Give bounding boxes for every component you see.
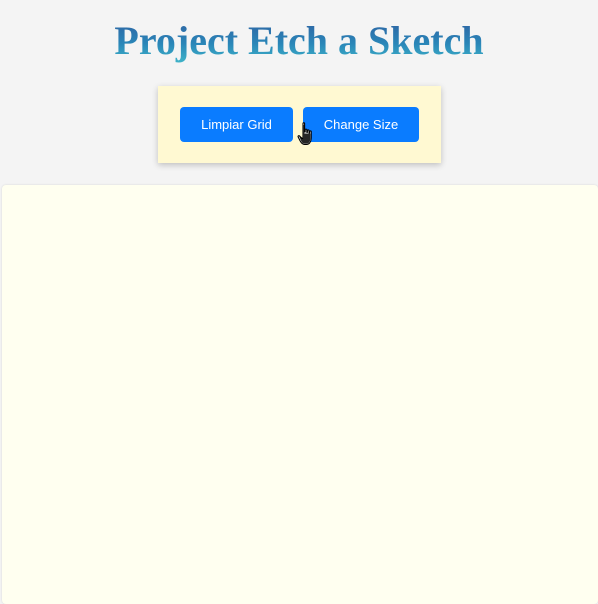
- page-title: Project Etch a Sketch: [0, 18, 598, 64]
- sketch-grid[interactable]: [2, 185, 598, 604]
- app-page: Project Etch a Sketch Limpiar Grid Chang…: [0, 0, 598, 604]
- controls-panel: Limpiar Grid Change Size: [158, 86, 441, 163]
- clear-grid-button[interactable]: Limpiar Grid: [180, 107, 293, 142]
- change-size-button[interactable]: Change Size: [303, 107, 419, 142]
